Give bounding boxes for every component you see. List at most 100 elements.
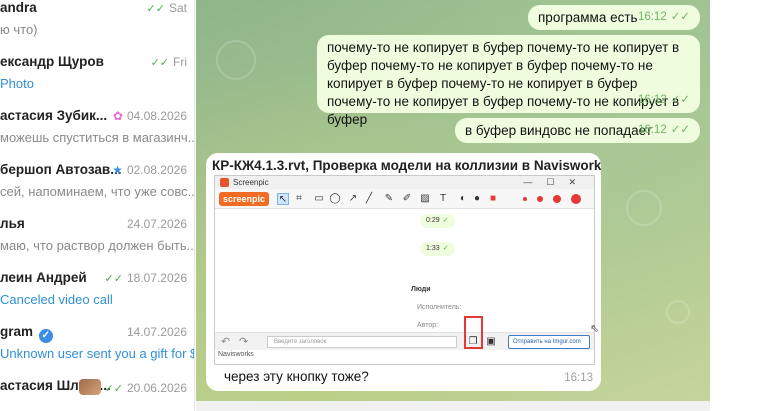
background-doodle bbox=[666, 300, 690, 324]
brush-tool-icon: ▨ bbox=[420, 193, 430, 204]
chat-name: andra bbox=[0, 0, 37, 15]
message-time: 16:13 bbox=[564, 372, 593, 384]
ellipse-tool-icon: ◯ bbox=[329, 193, 341, 204]
chat-preview: можешь спуститься в магазинч... bbox=[0, 130, 195, 145]
chat-preview: Canceled video call bbox=[0, 292, 113, 307]
read-tick-icon: ✓✓ bbox=[670, 124, 690, 136]
size-dot-icon bbox=[523, 197, 527, 201]
chat-name: gram ✓ bbox=[0, 324, 53, 343]
read-tick-icon: ✓✓ bbox=[104, 273, 123, 285]
color-picker-icon: ■ bbox=[489, 193, 497, 204]
chat-preview: маю, что раствор должен быть... bbox=[0, 238, 195, 253]
message-caption: через эту кнопку тоже? bbox=[224, 369, 369, 384]
read-tick-icon: ✓✓ bbox=[150, 57, 169, 69]
file-title: КР-КЖ4.1.3.rvt, Проверка модели на колли… bbox=[212, 158, 601, 173]
read-tick-icon: ✓✓ bbox=[146, 3, 165, 15]
chat-date: ★ 02.08.2026 bbox=[112, 163, 187, 177]
redo-icon: ↷ bbox=[239, 336, 249, 348]
outgoing-message[interactable]: в буфер виндовс не попадает 16:12 ✓✓ bbox=[455, 118, 700, 143]
screenshot-toolbar: screenpic ↖ ⌗ ▭ ◯ ↗ ╱ ✎ ✐ ▨ T ◐ ● ■ bbox=[215, 189, 594, 209]
chat-item[interactable]: леин Андрей ✓✓ 18.07.2026 Canceled video … bbox=[0, 263, 194, 317]
mouse-cursor-icon: ⇖ bbox=[590, 323, 600, 335]
title-input: Введите заголовок bbox=[267, 336, 457, 348]
read-tick-icon: ✓✓ bbox=[670, 11, 690, 23]
message-text: в буфер виндовс не попадает bbox=[465, 123, 652, 138]
chat-item[interactable]: gram ✓ 14.07.2026 Unknown user sent you … bbox=[0, 317, 195, 371]
executor-label: Исполнитель: bbox=[417, 304, 462, 311]
line-tool-icon: ╱ bbox=[365, 193, 373, 204]
blur-tool-icon: ◐ bbox=[459, 193, 467, 204]
chat-preview: Photo bbox=[0, 76, 34, 91]
undo-icon: ↶ bbox=[221, 336, 231, 348]
chat-preview: Unknown user sent you a gift for $... bbox=[0, 346, 195, 361]
screenshot-titlebar: Screenpic —☐✕ bbox=[215, 176, 594, 189]
chat-name: ександр Щуров bbox=[0, 54, 104, 69]
chat-date: 24.07.2026 bbox=[126, 217, 187, 231]
message-time: 16:12 ✓✓ bbox=[637, 124, 690, 136]
read-tick-icon: ✓✓ bbox=[104, 383, 123, 395]
screenshot-window-title: Screenpic bbox=[233, 178, 269, 187]
attached-screenshot[interactable]: Screenpic —☐✕ screenpic ↖ ⌗ ▭ ◯ ↗ ╱ ✎ ✐ … bbox=[214, 175, 595, 365]
sticker-icon bbox=[78, 379, 101, 395]
chat-date: ✓✓ 20.06.2026 bbox=[78, 379, 187, 395]
chat-date: 14.07.2026 bbox=[126, 325, 187, 339]
screenshot-bottombar: ↶ ↷ Введите заголовок ❐ ▣ Отправить на I… bbox=[215, 332, 594, 350]
highlight-frame bbox=[464, 316, 483, 349]
screenshot-canvas: 0:29 ✓ 1:33 ✓ Люди Исполнитель: Автор: bbox=[215, 210, 594, 332]
imgur-upload-button: Отправить на Imgur.com bbox=[508, 335, 590, 349]
message-time: 16:12 ✓✓ bbox=[637, 11, 690, 23]
chat-name: астасия Зубик... bbox=[0, 108, 108, 123]
incoming-message[interactable]: КР-КЖ4.1.3.rvt, Проверка модели на колли… bbox=[206, 153, 601, 391]
save-icon: ▣ bbox=[486, 336, 496, 347]
chat-item[interactable]: ександр Щуров ✓✓ Fri Photo bbox=[0, 47, 194, 101]
crop-tool-icon: ⌗ bbox=[296, 193, 302, 204]
app-icon bbox=[220, 178, 229, 187]
chat-date: ✓✓ 18.07.2026 bbox=[104, 271, 188, 285]
tick-icon: ✓ bbox=[442, 217, 449, 224]
size-dot-icon bbox=[553, 195, 561, 203]
chat-name: лья bbox=[0, 216, 25, 231]
arrow-tool-icon: ↗ bbox=[348, 193, 358, 204]
navisworks-label: Navisworks bbox=[218, 351, 254, 358]
outgoing-message[interactable]: программа есть 16:12 ✓✓ bbox=[528, 5, 700, 30]
message-text: программа есть bbox=[538, 10, 638, 25]
marker-tool-icon: ✐ bbox=[402, 193, 412, 204]
flower-emoji-icon: ✿ bbox=[112, 109, 123, 123]
chat-preview: сей, напоминаем, что уже совс... bbox=[0, 184, 195, 199]
pen-tool-icon: ✎ bbox=[384, 193, 394, 204]
right-panel bbox=[710, 0, 768, 411]
chat-item[interactable]: астасия Зубик... ✿ 04.08.2026 можешь спус… bbox=[0, 101, 195, 155]
pointer-tool-icon: ↖ bbox=[277, 193, 289, 205]
chat-date: ✿ 04.08.2026 bbox=[112, 109, 187, 123]
voice-message-pill: 0:29 ✓ bbox=[420, 214, 455, 228]
chat-item[interactable]: астасия Шляхт... ✓✓ 20.06.2026 bbox=[0, 371, 194, 411]
text-tool-icon: T bbox=[439, 193, 447, 204]
window-controls: —☐✕ bbox=[523, 177, 590, 187]
rectangle-tool-icon: ▭ bbox=[314, 193, 324, 204]
chat-name: леин Андрей bbox=[0, 270, 87, 285]
tick-icon: ✓ bbox=[442, 245, 449, 252]
screenpic-logo: screenpic bbox=[219, 192, 270, 206]
chat-preview: ю что) bbox=[0, 22, 38, 37]
chat-item[interactable]: лья 24.07.2026 маю, что раствор должен б… bbox=[0, 209, 195, 263]
outgoing-message[interactable]: почему-то не копирует в буфер почему-то … bbox=[317, 35, 700, 127]
drop-tool-icon: ● bbox=[473, 193, 481, 204]
people-heading: Люди bbox=[411, 286, 431, 293]
voice-message-pill: 1:33 ✓ bbox=[420, 242, 455, 256]
author-label: Автор: bbox=[417, 322, 439, 329]
size-dot-icon bbox=[537, 196, 543, 202]
chat-list-sidebar: andra ✓✓ Sat ю что) ександр Щуров ✓✓ Fri P… bbox=[0, 0, 195, 411]
message-time: 16:12 ✓✓ bbox=[637, 94, 690, 106]
size-dot-icon bbox=[571, 194, 581, 204]
read-tick-icon: ✓✓ bbox=[670, 94, 690, 106]
message-input-area[interactable] bbox=[196, 401, 710, 411]
chat-date: ✓✓ Fri bbox=[150, 55, 187, 69]
chat-date: ✓✓ Sat bbox=[146, 1, 187, 15]
chat-name: бершоп Автозав... bbox=[0, 162, 122, 177]
background-doodle bbox=[626, 190, 662, 226]
verified-badge-icon: ✓ bbox=[38, 329, 53, 343]
chat-item[interactable]: бершоп Автозав... ★ 02.08.2026 сей, напом… bbox=[0, 155, 195, 209]
chat-item[interactable]: andra ✓✓ Sat ю что) bbox=[0, 0, 194, 47]
star-icon: ★ bbox=[112, 163, 123, 177]
background-doodle bbox=[216, 40, 256, 80]
